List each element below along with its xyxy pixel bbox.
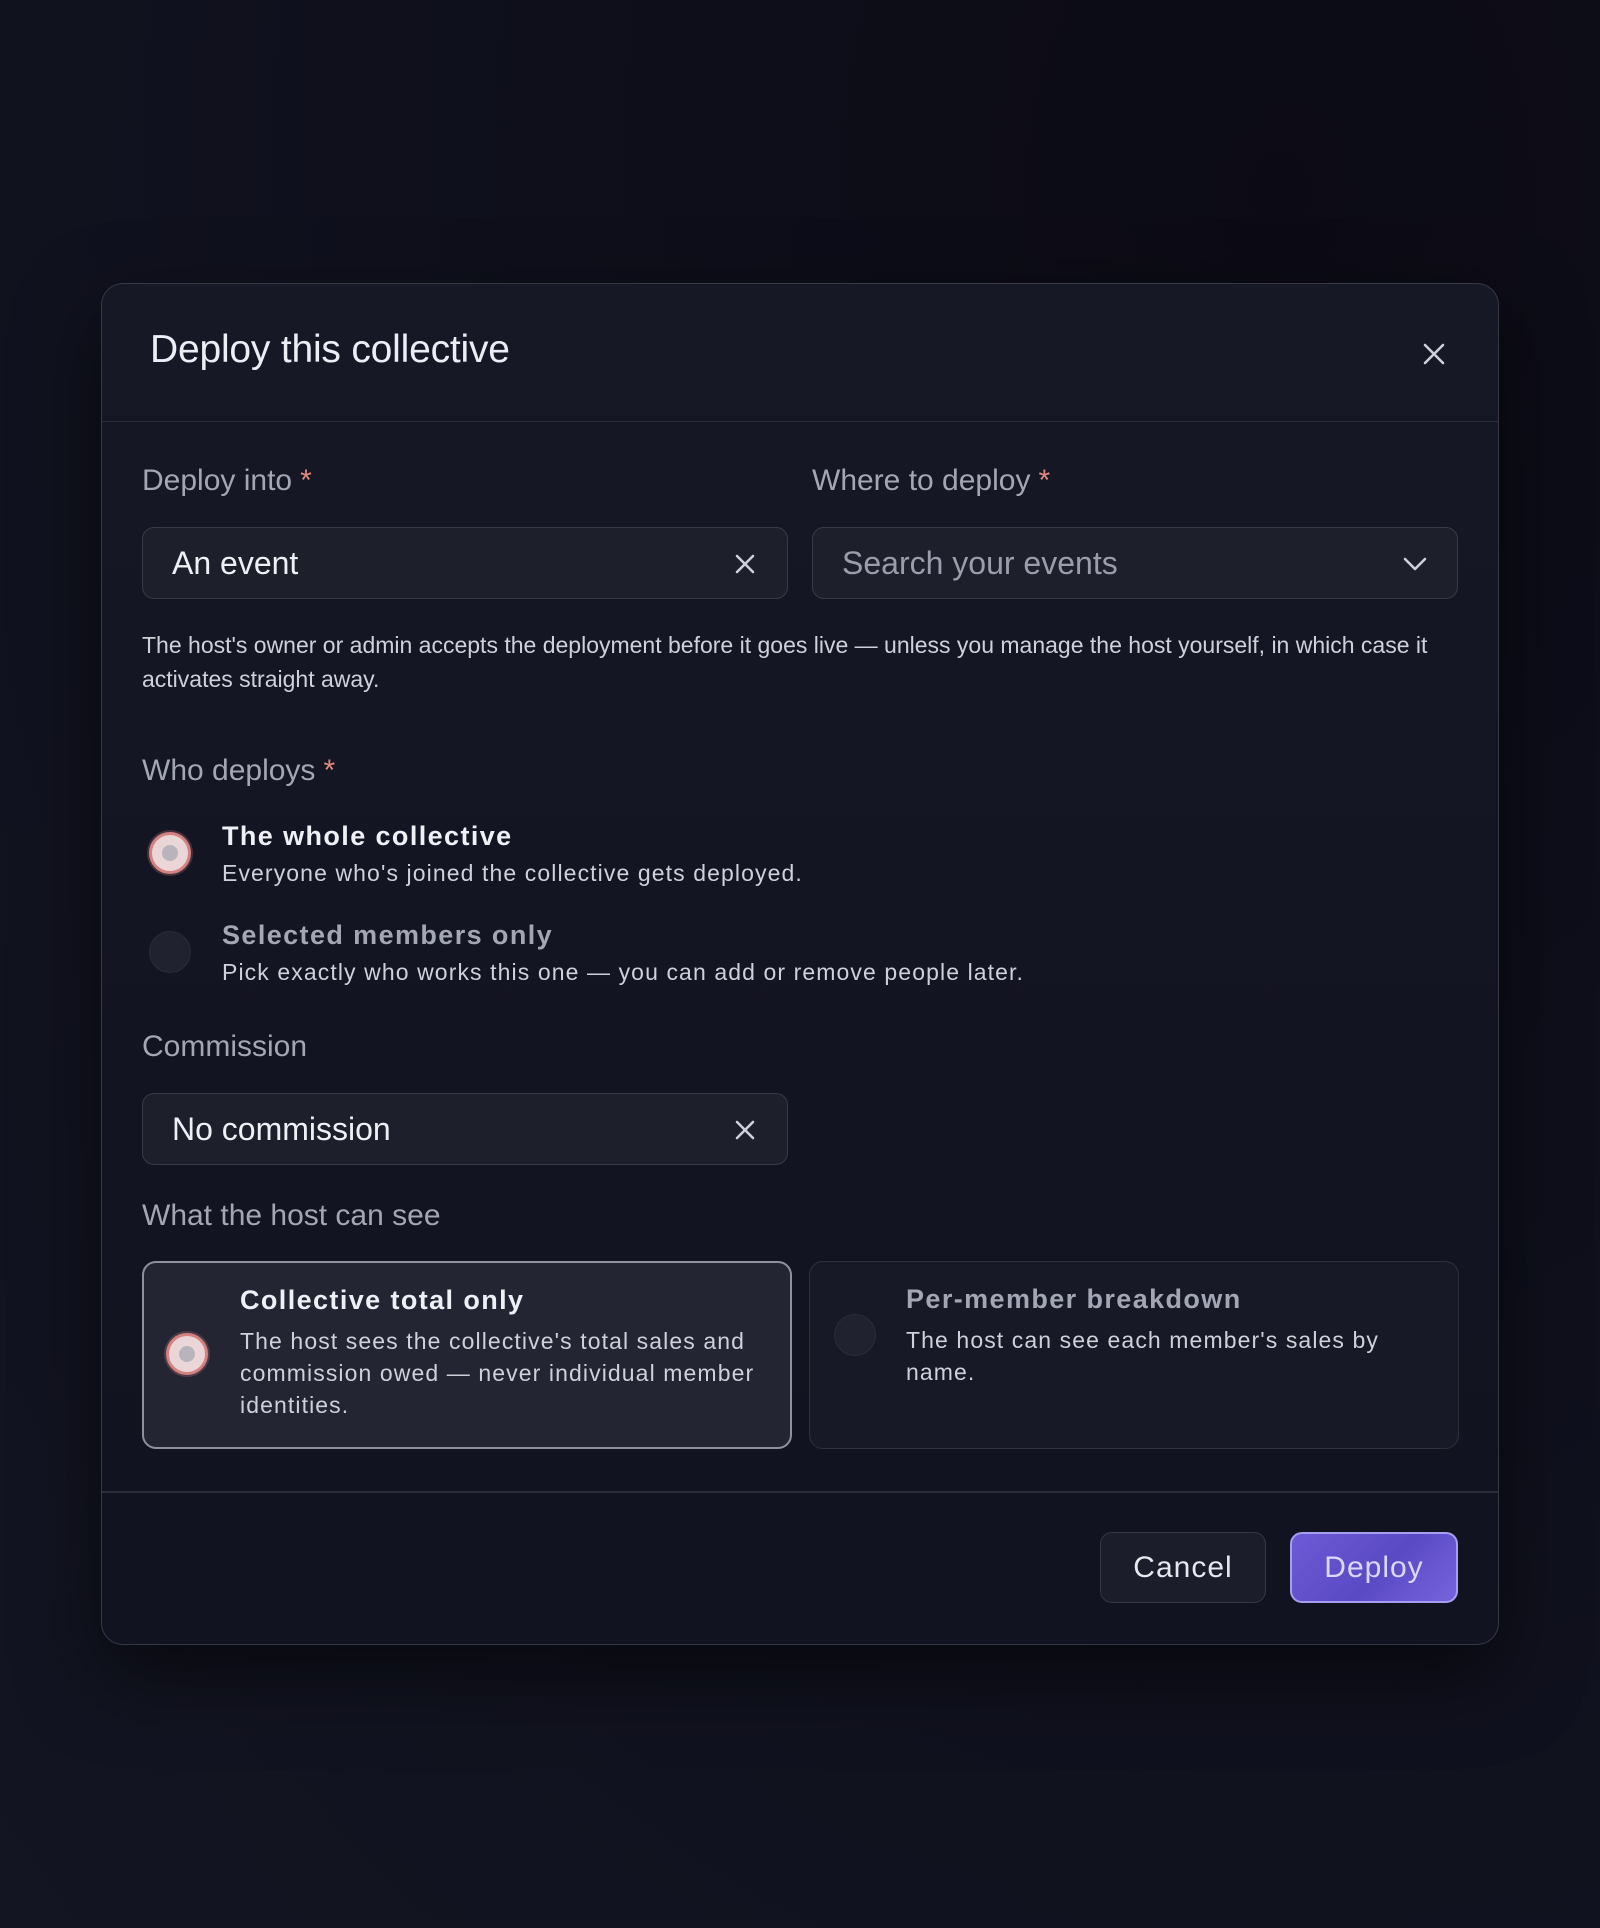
modal-footer-divider	[102, 1491, 1498, 1493]
where-to-deploy-label-text: Where to deploy	[812, 464, 1031, 497]
required-mark: *	[300, 464, 312, 497]
modal-title: Deploy this collective	[150, 328, 510, 371]
option-per-member-title: Per-member breakdown	[906, 1284, 1242, 1314]
modal-header: Deploy this collective	[102, 284, 1498, 422]
clear-icon	[735, 554, 755, 574]
commission-value: No commission	[172, 1110, 391, 1147]
where-to-deploy-label: Where to deploy *	[812, 464, 1050, 498]
deploy-into-label-text: Deploy into	[142, 464, 293, 497]
option-selected-members-description: Pick exactly who works this one — you ca…	[222, 959, 1025, 985]
who-deploys-label: Who deploys *	[142, 754, 335, 788]
option-whole-collective-description: Everyone who's joined the collective get…	[222, 860, 803, 886]
deploy-modal: Deploy this collective Deploy into * An e…	[101, 283, 1499, 1645]
option-whole-collective-title[interactable]: The whole collective	[222, 821, 513, 852]
option-per-member-description: The host can see each member's sales by …	[906, 1327, 1380, 1385]
who-deploys-label-text: Who deploys	[142, 754, 316, 787]
radio-whole-collective[interactable]	[149, 832, 191, 874]
close-icon	[1423, 343, 1445, 365]
commission-select[interactable]: No commission	[142, 1093, 788, 1165]
where-to-deploy-dropdown-toggle[interactable]	[1401, 550, 1429, 578]
visibility-card-per-member[interactable]: Per-member breakdown The host can see ea…	[809, 1261, 1459, 1449]
clear-icon	[735, 1120, 755, 1140]
commission-label: Commission	[142, 1030, 308, 1063]
deployment-help-text: The host's owner or admin accepts the de…	[142, 632, 1428, 692]
radio-per-member[interactable]	[834, 1314, 876, 1356]
deploy-into-label: Deploy into *	[142, 464, 312, 498]
option-collective-total-title: Collective total only	[240, 1285, 525, 1315]
chevron-down-icon	[1403, 557, 1427, 571]
option-selected-members-title[interactable]: Selected members only	[222, 920, 553, 951]
deploy-into-clear-button[interactable]	[731, 550, 759, 578]
deploy-into-value: An event	[172, 544, 299, 581]
deploy-into-select[interactable]: An event	[142, 527, 788, 599]
where-to-deploy-placeholder: Search your events	[842, 544, 1118, 581]
radio-selected-members[interactable]	[149, 931, 191, 973]
required-mark: *	[323, 754, 336, 787]
where-to-deploy-search[interactable]: Search your events	[812, 527, 1458, 599]
required-mark: *	[1038, 464, 1051, 497]
cancel-button[interactable]: Cancel	[1100, 1532, 1266, 1603]
commission-clear-button[interactable]	[731, 1116, 759, 1144]
visibility-card-collective-total[interactable]: Collective total only The host sees the …	[142, 1261, 792, 1449]
radio-collective-total[interactable]	[166, 1333, 208, 1375]
option-collective-total-description: The host sees the collective's total sal…	[240, 1328, 755, 1418]
deploy-button[interactable]: Deploy	[1290, 1532, 1458, 1603]
visibility-label: What the host can see	[142, 1199, 441, 1232]
close-button[interactable]	[1416, 336, 1452, 372]
